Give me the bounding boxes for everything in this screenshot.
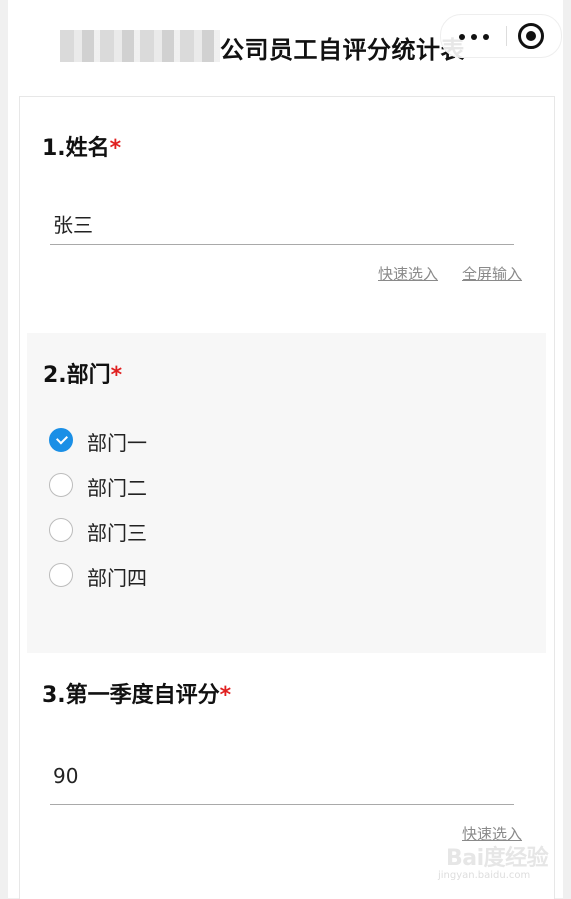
capsule-divider — [506, 26, 507, 46]
survey-form: 1.姓名* 张三 快速选入 全屏输入 2.部门* 部门一 部门二 部门三 部门四… — [19, 96, 555, 899]
radio-unchecked-icon[interactable] — [49, 563, 73, 587]
more-dots-icon[interactable] — [459, 34, 489, 40]
mini-program-capsule — [440, 14, 562, 58]
target-circle-icon[interactable] — [518, 23, 544, 49]
option-label: 部门四 — [87, 566, 147, 590]
page-title: 公司员工自评分统计表 — [220, 36, 465, 64]
option-label: 部门三 — [87, 521, 147, 545]
option-label: 部门二 — [87, 476, 147, 500]
watermark-logo-text: Bai度经验 — [446, 846, 549, 871]
navigation-bar: 公司员工自评分统计表 — [8, 0, 563, 92]
required-mark: * — [110, 363, 123, 388]
required-mark: * — [109, 136, 122, 161]
score-input[interactable]: 90 — [53, 764, 78, 788]
question-label: 3.第一季度自评分 — [42, 683, 220, 708]
radio-unchecked-icon[interactable] — [49, 518, 73, 542]
radio-unchecked-icon[interactable] — [49, 473, 73, 497]
fullscreen-input-link[interactable]: 全屏输入 — [462, 263, 522, 284]
question-label: 2.部门 — [43, 363, 111, 388]
blurred-title-prefix — [60, 30, 220, 62]
baidu-jingyan-watermark: Bai度经验 jingyan.baidu.com — [438, 838, 558, 888]
name-input-underline — [50, 244, 514, 245]
page-frame: 公司员工自评分统计表 1.姓名* 张三 快速选入 全屏输入 2.部门* 部门一 … — [8, 0, 563, 899]
quick-select-link-name[interactable]: 快速选入 — [378, 263, 438, 284]
name-input[interactable]: 张三 — [53, 209, 93, 238]
score-input-underline — [50, 804, 514, 805]
option-label: 部门一 — [87, 431, 147, 455]
question-label: 1.姓名 — [42, 136, 110, 161]
question-title-q1-score: 3.第一季度自评分* — [42, 677, 231, 709]
department-section: 2.部门* 部门一 部门二 部门三 部门四 — [27, 333, 546, 653]
question-title-name: 1.姓名* — [42, 130, 121, 162]
watermark-url: jingyan.baidu.com — [438, 870, 531, 881]
question-title-department: 2.部门* — [43, 357, 122, 389]
radio-checked-icon[interactable] — [49, 428, 73, 452]
required-mark: * — [219, 683, 232, 708]
